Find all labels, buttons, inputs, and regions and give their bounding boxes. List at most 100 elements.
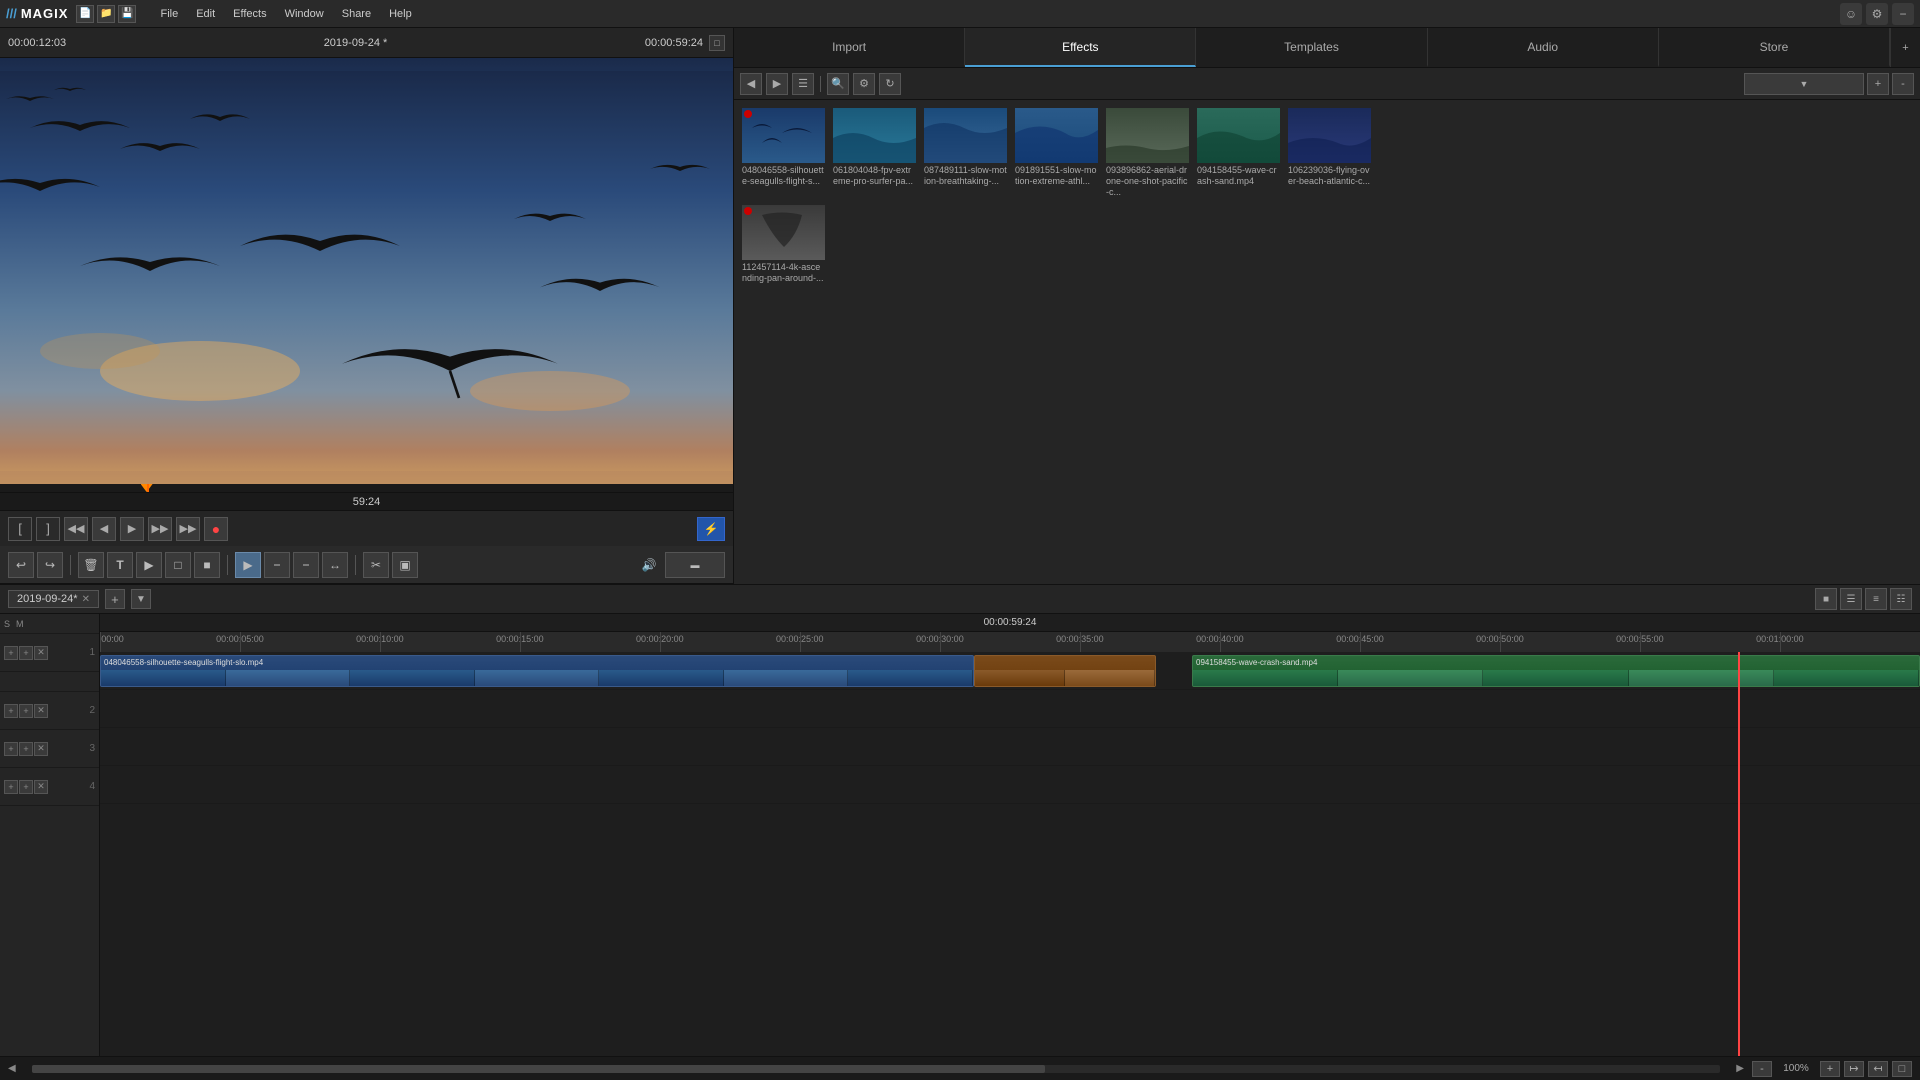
panel-settings-button[interactable]: ⚙	[853, 73, 875, 95]
select-tool-button[interactable]: ▶	[235, 552, 261, 578]
new-file-button[interactable]: 📄	[76, 5, 94, 23]
track-1-remove[interactable]: ✕	[34, 646, 48, 660]
fullscreen-button[interactable]: □	[1892, 1061, 1912, 1077]
zoom-expand-button[interactable]: ↦	[1844, 1061, 1864, 1077]
clip-wave-crash[interactable]: 094158455-wave-crash-sand.mp4	[1192, 655, 1920, 687]
redo-button[interactable]: ↪	[37, 552, 63, 578]
tab-audio[interactable]: Audio	[1428, 28, 1659, 67]
zoom-contract-button[interactable]: ↤	[1868, 1061, 1888, 1077]
track-4-remove[interactable]: ✕	[34, 780, 48, 794]
zoom-out-button[interactable]: -	[1752, 1061, 1772, 1077]
undo-button[interactable]: ↩	[8, 552, 34, 578]
open-file-button[interactable]: 📁	[97, 5, 115, 23]
media-item-3[interactable]: 087489111-slow-motion-breathtaking-...	[924, 108, 1007, 197]
panel-refresh-button[interactable]: ↻	[879, 73, 901, 95]
clip-orange-frame-2	[1065, 670, 1155, 686]
split-tool-button[interactable]: ⎯	[293, 552, 319, 578]
media-item-4[interactable]: 091891551-slow-motion-extreme-athl...	[1015, 108, 1098, 197]
media-item-7[interactable]: 106239036-flying-over-beach-atlantic-c..…	[1288, 108, 1371, 197]
track-2-remove[interactable]: ✕	[34, 704, 48, 718]
tab-import[interactable]: Import	[734, 28, 965, 67]
menu-share[interactable]: Share	[334, 6, 379, 22]
skip-to-end-button[interactable]: ▶▶	[176, 517, 200, 541]
clip-middle[interactable]	[974, 655, 1156, 687]
timeline-view-3[interactable]: ≡	[1865, 588, 1887, 610]
preview-maximize-button[interactable]: □	[709, 35, 725, 51]
track-row-1: 048046558-silhouette-seagulls-flight-slo…	[100, 652, 1920, 690]
track-2-add[interactable]: +	[19, 704, 33, 718]
mark-out-button[interactable]: ]	[36, 517, 60, 541]
media-title-3: 087489111-slow-motion-breathtaking-...	[924, 165, 1007, 187]
media-item-8[interactable]: 112457114-4k-ascending-pan-around-...	[742, 205, 825, 284]
track-row-4	[100, 766, 1920, 804]
cut-button[interactable]: ✂	[363, 552, 389, 578]
move-tool-button[interactable]: ↔	[322, 552, 348, 578]
track-4-expand[interactable]: +	[4, 780, 18, 794]
media-thumb-img-8	[742, 205, 825, 260]
clip-frame-7	[848, 670, 973, 686]
track-3-add[interactable]: +	[19, 742, 33, 756]
menu-edit[interactable]: Edit	[188, 6, 223, 22]
delete-button[interactable]: 🗑	[78, 552, 104, 578]
panel-view-button[interactable]: ☰	[792, 73, 814, 95]
panel-add-button[interactable]: +	[1890, 28, 1920, 67]
menu-effects[interactable]: Effects	[225, 6, 274, 22]
menu-window[interactable]: Window	[277, 6, 332, 22]
timeline-view-2[interactable]: ☰	[1840, 588, 1862, 610]
status-right-arrow[interactable]: ▶	[1736, 1063, 1744, 1074]
timeline-tab-close[interactable]: ✕	[82, 594, 90, 605]
account-icon[interactable]: ☺	[1840, 3, 1862, 25]
mark-in-button[interactable]: [	[8, 517, 32, 541]
record-button[interactable]: ●	[204, 517, 228, 541]
media-item-6[interactable]: 094158455-wave-crash-sand.mp4	[1197, 108, 1280, 197]
save-file-button[interactable]: 💾	[118, 5, 136, 23]
paste-button[interactable]: ▣	[392, 552, 418, 578]
track-1-expand[interactable]: +	[4, 646, 18, 660]
timeline-scrollbar[interactable]	[32, 1065, 1721, 1073]
preview-scrubber[interactable]	[0, 484, 733, 492]
timeline-view-4[interactable]: ☷	[1890, 588, 1912, 610]
zoom-in-button[interactable]: +	[1820, 1061, 1840, 1077]
play-button[interactable]: ▶	[120, 517, 144, 541]
step-back-button[interactable]: ◀	[92, 517, 116, 541]
trim-tool-button[interactable]: ⎯	[264, 552, 290, 578]
panel-zoom-in[interactable]: +	[1867, 73, 1889, 95]
track-2-expand[interactable]: +	[4, 704, 18, 718]
settings-icon[interactable]: ⚙	[1866, 3, 1888, 25]
menu-help[interactable]: Help	[381, 6, 420, 22]
tab-store[interactable]: Store	[1659, 28, 1890, 67]
mark-button[interactable]: ▶	[136, 552, 162, 578]
timeline-view-1[interactable]: ■	[1815, 588, 1837, 610]
timeline-tab[interactable]: 2019-09-24* ✕	[8, 590, 99, 608]
track-3-remove[interactable]: ✕	[34, 742, 48, 756]
timeline-add-button[interactable]: +	[105, 589, 125, 609]
track-1-add[interactable]: +	[19, 646, 33, 660]
panel-search-button[interactable]: 🔍	[827, 73, 849, 95]
nav-forward-button[interactable]: ▶	[766, 73, 788, 95]
step-forward-button[interactable]: ▶▶	[148, 517, 172, 541]
master-volume-button[interactable]: ▬	[665, 552, 725, 578]
media-item-2[interactable]: 061804048-fpv-extreme-pro-surfer-pa...	[833, 108, 916, 197]
status-left-arrow[interactable]: ◀	[8, 1063, 16, 1074]
track-4-add[interactable]: +	[19, 780, 33, 794]
top-section: 00:00:12:03 2019-09-24 * 00:00:59:24 □	[0, 28, 1920, 584]
timeline-header: 2019-09-24* ✕ + ▼ ■ ☰ ≡ ☷	[0, 584, 1920, 614]
skip-to-start-button[interactable]: ◀◀	[64, 517, 88, 541]
media-item-1[interactable]: 048046558-silhouette-seagulls-flight-s..…	[742, 108, 825, 197]
text-button[interactable]: T	[107, 552, 133, 578]
special-mode-button[interactable]: ⚡	[697, 517, 725, 541]
snap-button[interactable]: ■	[194, 552, 220, 578]
timeline-dropdown-button[interactable]: ▼	[131, 589, 151, 609]
timeline-ruler[interactable]: 00:00,00:00 00:00:05:00 00:00:10:00 00:0…	[100, 632, 1920, 652]
minimize-icon[interactable]: −	[1892, 3, 1914, 25]
tab-effects[interactable]: Effects	[965, 28, 1196, 67]
menu-file[interactable]: File	[152, 6, 186, 22]
nav-back-button[interactable]: ◀	[740, 73, 762, 95]
media-item-5[interactable]: 093896862-aerial-drone-one-shot-pacific-…	[1106, 108, 1189, 197]
track-3-expand[interactable]: +	[4, 742, 18, 756]
panel-view-toggle[interactable]: ▼	[1744, 73, 1864, 95]
clip-seagulls[interactable]: 048046558-silhouette-seagulls-flight-slo…	[100, 655, 974, 687]
panel-zoom-out[interactable]: -	[1892, 73, 1914, 95]
storyboard-button[interactable]: □	[165, 552, 191, 578]
tab-templates[interactable]: Templates	[1196, 28, 1427, 67]
